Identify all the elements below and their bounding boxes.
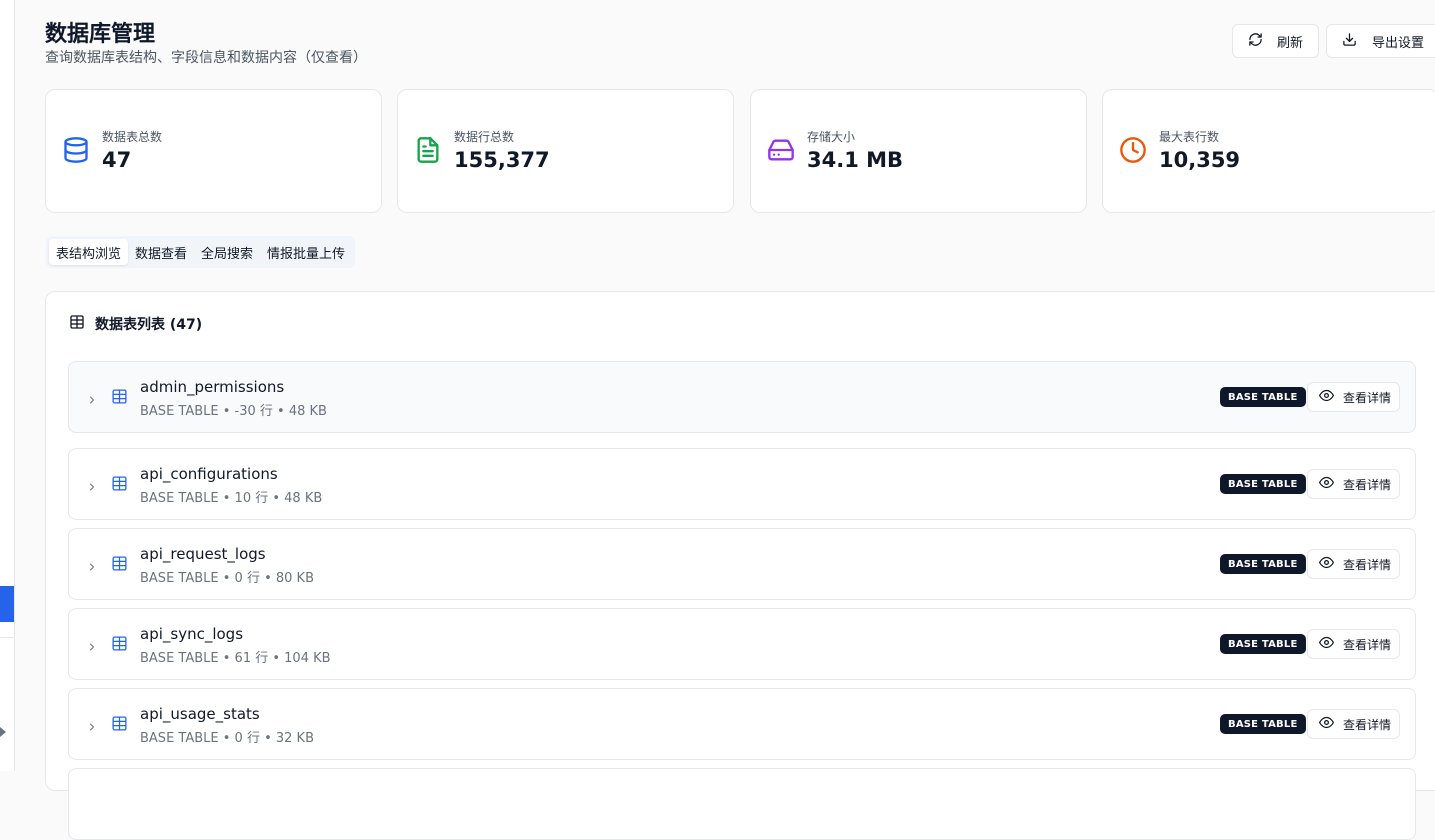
eye-icon <box>1319 715 1343 733</box>
stat-card-tables: 数据表总数 47 <box>45 89 382 213</box>
view-details-button[interactable]: 查看详情 <box>1307 469 1400 499</box>
chevron-right-icon[interactable] <box>86 718 98 731</box>
tab-intel-upload[interactable]: 情报批量上传 <box>260 239 352 265</box>
view-details-label: 查看详情 <box>1343 557 1392 572</box>
table-icon <box>69 314 95 334</box>
sidebar-divider <box>0 637 14 638</box>
view-details-button[interactable]: 查看详情 <box>1307 629 1400 659</box>
stat-label: 数据表总数 <box>102 130 163 144</box>
view-details-button[interactable]: 查看详情 <box>1307 549 1400 579</box>
eye-icon <box>1319 635 1343 653</box>
table-type-badge: BASE TABLE <box>1220 554 1306 574</box>
table-row[interactable]: api_sync_logs BASE TABLE • 61 行 • 104 KB… <box>68 608 1416 680</box>
view-details-label: 查看详情 <box>1343 637 1392 652</box>
refresh-button[interactable]: 刷新 <box>1232 24 1319 58</box>
hard-drive-icon <box>767 136 795 164</box>
table-type-badge: BASE TABLE <box>1220 634 1306 654</box>
table-name: admin_permissions <box>140 378 285 396</box>
table-type-badge: BASE TABLE <box>1220 474 1306 494</box>
download-icon <box>1342 32 1357 51</box>
view-details-label: 查看详情 <box>1343 390 1392 405</box>
view-details-button[interactable]: 查看详情 <box>1307 382 1400 412</box>
table-icon <box>111 388 128 405</box>
tab-bar: 表结构浏览 数据查看 全局搜索 情报批量上传 <box>46 236 356 268</box>
stat-card-max-rows: 最大表行数 10,359 <box>1102 89 1435 213</box>
database-icon <box>62 136 90 164</box>
page-subtitle: 查询数据库表结构、字段信息和数据内容（仅查看） <box>45 50 367 66</box>
table-name: api_request_logs <box>140 545 266 563</box>
tab-schema-browse[interactable]: 表结构浏览 <box>49 239 129 265</box>
view-details-label: 查看详情 <box>1343 477 1392 492</box>
table-icon <box>111 475 128 492</box>
panel-title: 数据表列表 (47) <box>69 314 202 334</box>
eye-icon <box>1319 388 1343 406</box>
table-icon <box>111 555 128 572</box>
table-row[interactable]: admin_permissions BASE TABLE • -30 行 • 4… <box>68 361 1416 433</box>
stat-card-storage: 存储大小 34.1 MB <box>750 89 1087 213</box>
table-meta: BASE TABLE • -30 行 • 48 KB <box>140 404 327 419</box>
table-type-badge: BASE TABLE <box>1220 387 1306 407</box>
stat-card-rows: 数据行总数 155,377 <box>397 89 734 213</box>
table-row[interactable]: api_usage_stats BASE TABLE • 0 行 • 32 KB… <box>68 688 1416 760</box>
sidebar-active-item[interactable] <box>0 586 14 622</box>
stat-value: 34.1 MB <box>807 148 904 172</box>
stat-value: 10,359 <box>1159 148 1241 172</box>
table-type-badge: BASE TABLE <box>1220 714 1306 734</box>
eye-icon <box>1319 475 1343 493</box>
export-settings-label: 导出设置 <box>1372 35 1425 51</box>
stat-label: 存储大小 <box>807 130 856 144</box>
refresh-label: 刷新 <box>1277 35 1304 51</box>
clock-icon <box>1119 136 1147 164</box>
table-name: api_sync_logs <box>140 625 244 643</box>
table-meta: BASE TABLE • 0 行 • 32 KB <box>140 731 314 746</box>
file-text-icon <box>414 136 442 164</box>
view-details-label: 查看详情 <box>1343 717 1392 732</box>
chevron-right-icon[interactable] <box>86 558 98 571</box>
page-title: 数据库管理 <box>45 22 156 47</box>
table-name: api_configurations <box>140 465 278 483</box>
stat-value: 155,377 <box>454 148 550 172</box>
export-settings-button[interactable]: 导出设置 <box>1326 24 1435 58</box>
stat-label: 最大表行数 <box>1159 130 1220 144</box>
sidebar <box>0 0 15 771</box>
table-meta: BASE TABLE • 10 行 • 48 KB <box>140 491 323 506</box>
tab-data-view[interactable]: 数据查看 <box>128 239 194 265</box>
chevron-right-icon[interactable] <box>86 478 98 491</box>
stat-value: 47 <box>102 148 132 172</box>
table-name: api_usage_stats <box>140 705 260 723</box>
table-icon <box>111 635 128 652</box>
stat-label: 数据行总数 <box>454 130 515 144</box>
panel-title-text: 数据表列表 (47) <box>95 317 203 333</box>
sidebar-expand-icon[interactable] <box>0 727 6 737</box>
chevron-right-icon[interactable] <box>86 638 98 651</box>
chevron-right-icon[interactable] <box>86 391 98 404</box>
refresh-icon <box>1248 32 1263 51</box>
table-meta: BASE TABLE • 61 行 • 104 KB <box>140 651 331 666</box>
table-icon <box>111 715 128 732</box>
table-row[interactable]: api_configurations BASE TABLE • 10 行 • 4… <box>68 448 1416 520</box>
table-row[interactable] <box>68 768 1416 840</box>
eye-icon <box>1319 555 1343 573</box>
view-details-button[interactable]: 查看详情 <box>1307 709 1400 739</box>
table-meta: BASE TABLE • 0 行 • 80 KB <box>140 571 314 586</box>
table-row[interactable]: api_request_logs BASE TABLE • 0 行 • 80 K… <box>68 528 1416 600</box>
tab-global-search[interactable]: 全局搜索 <box>194 239 260 265</box>
